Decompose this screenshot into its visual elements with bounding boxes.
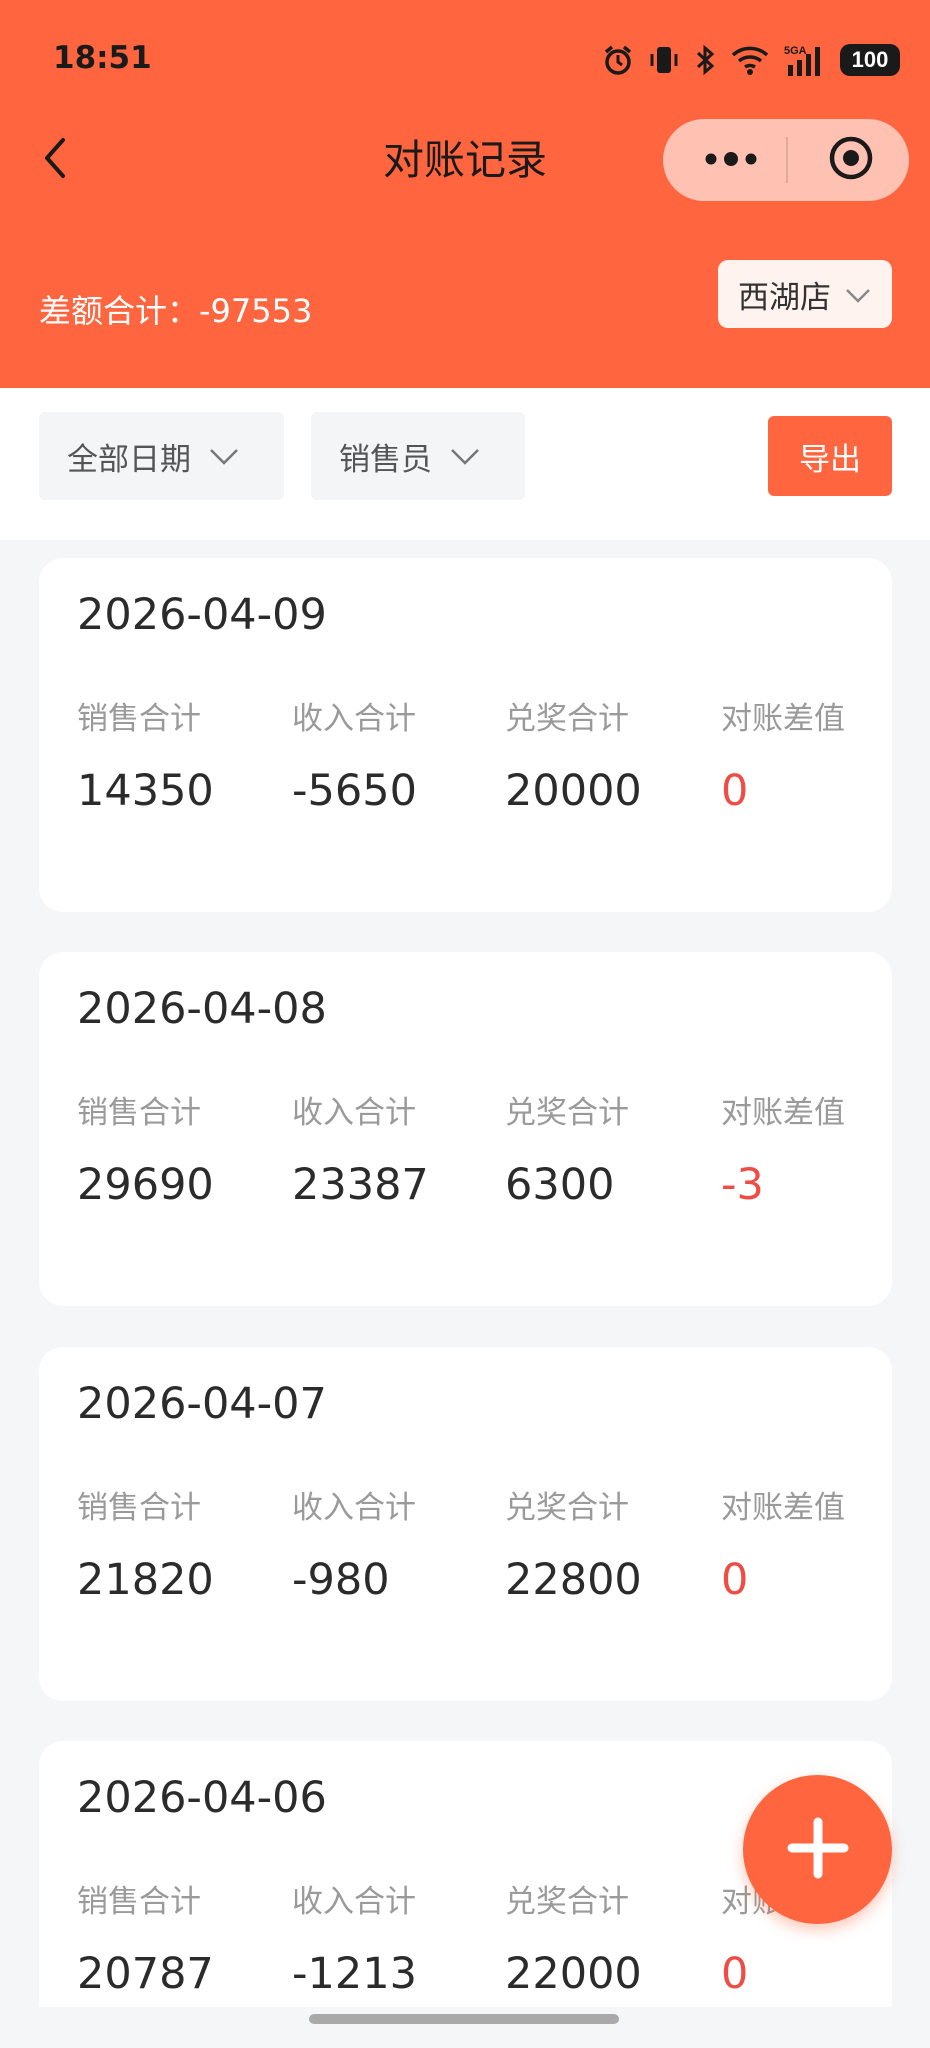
more-dots-icon [704,151,758,170]
stat-prize: 兑奖合计 22000 [505,1876,642,1999]
stat-sales: 销售合计 20787 [77,1876,214,1999]
svg-text:5GA: 5GA [784,45,807,57]
stat-prize: 兑奖合计 20000 [505,693,642,816]
stat-label: 收入合计 [292,1490,416,1526]
chevron-down-icon [845,276,871,312]
stat-value: 23387 [292,1160,429,1210]
stat-label: 销售合计 [77,701,201,737]
stat-income: 收入合计 -980 [292,1482,416,1605]
capsule-divider [786,137,788,183]
diff-total: 差额合计：-97553 [39,292,313,330]
plus-icon [786,1816,850,1884]
stat-diff: 对账差值 -3 [721,1087,845,1210]
stat-label: 对账差值 [721,1095,845,1131]
stat-value: 0 [721,1949,749,1999]
stat-value: -1213 [292,1949,417,1999]
chevron-down-icon [209,438,239,474]
stat-value: 22000 [505,1949,642,1999]
stat-label: 销售合计 [77,1884,201,1920]
date-filter[interactable]: 全部日期 [39,412,284,500]
filter-bar: 全部日期 销售员 导出 [0,388,930,540]
stat-value: -3 [721,1160,764,1210]
record-card[interactable]: 2026-04-08 销售合计 29690 收入合计 23387 兑奖合计 63… [39,952,892,1306]
alarm-icon [602,44,634,76]
store-select-label: 西湖店 [738,279,831,316]
stat-sales: 销售合计 14350 [77,693,214,816]
record-date: 2026-04-09 [77,590,327,640]
target-circle-icon [828,135,874,185]
header: 18:51 5GA 100 对账记录 差额合计：-97553 西湖店 [0,0,930,388]
vibrate-icon [648,44,680,76]
home-indicator [309,2014,619,2024]
miniapp-capsule [663,119,909,201]
record-date: 2026-04-06 [77,1773,327,1823]
stat-label: 销售合计 [77,1095,201,1131]
stat-value: 0 [721,1555,749,1605]
stat-label: 兑奖合计 [505,1884,629,1920]
stat-value: -5650 [292,766,417,816]
chevron-down-icon [450,438,480,474]
battery-icon: 100 [840,44,900,76]
stat-label: 对账差值 [721,701,845,737]
stat-label: 兑奖合计 [505,1490,629,1526]
stat-value: -980 [292,1555,390,1605]
store-select[interactable]: 西湖店 [718,260,892,328]
stat-value: 21820 [77,1555,214,1605]
signal-5g-icon: 5GA [784,43,826,77]
stat-value: 6300 [505,1160,615,1210]
seller-filter-label: 销售员 [339,441,432,478]
export-button[interactable]: 导出 [768,416,892,496]
stat-value: 14350 [77,766,214,816]
wifi-icon [730,44,770,76]
stat-diff: 对账差值 0 [721,693,845,816]
stat-label: 兑奖合计 [505,1095,629,1131]
record-date: 2026-04-08 [77,984,327,1034]
stat-prize: 兑奖合计 22800 [505,1482,642,1605]
more-button[interactable] [685,133,777,187]
back-button[interactable] [30,130,80,190]
record-card[interactable]: 2026-04-09 销售合计 14350 收入合计 -5650 兑奖合计 20… [39,558,892,912]
record-date: 2026-04-07 [77,1379,327,1429]
stat-value: 20787 [77,1949,214,1999]
stat-value: 29690 [77,1160,214,1210]
stat-income: 收入合计 23387 [292,1087,429,1210]
add-record-button[interactable] [743,1775,892,1924]
status-icons: 5GA 100 [602,40,900,80]
stat-label: 收入合计 [292,701,416,737]
stat-value: 20000 [505,766,642,816]
stat-label: 销售合计 [77,1490,201,1526]
stat-income: 收入合计 -5650 [292,693,417,816]
stat-sales: 销售合计 21820 [77,1482,214,1605]
chevron-left-icon [41,136,69,184]
record-card[interactable]: 2026-04-07 销售合计 21820 收入合计 -980 兑奖合计 228… [39,1347,892,1701]
stat-sales: 销售合计 29690 [77,1087,214,1210]
stat-income: 收入合计 -1213 [292,1876,417,1999]
stat-prize: 兑奖合计 6300 [505,1087,629,1210]
close-miniapp-button[interactable] [813,133,889,187]
stat-label: 对账差值 [721,1490,845,1526]
stat-label: 收入合计 [292,1884,416,1920]
stat-label: 兑奖合计 [505,701,629,737]
status-bar: 18:51 5GA 100 [0,0,930,120]
seller-filter[interactable]: 销售员 [311,412,525,500]
stat-label: 收入合计 [292,1095,416,1131]
bluetooth-icon [694,44,716,76]
stat-value: 0 [721,766,749,816]
stat-diff: 对账差值 0 [721,1482,845,1605]
status-time: 18:51 [53,40,152,76]
stat-value: 22800 [505,1555,642,1605]
date-filter-label: 全部日期 [67,441,191,478]
